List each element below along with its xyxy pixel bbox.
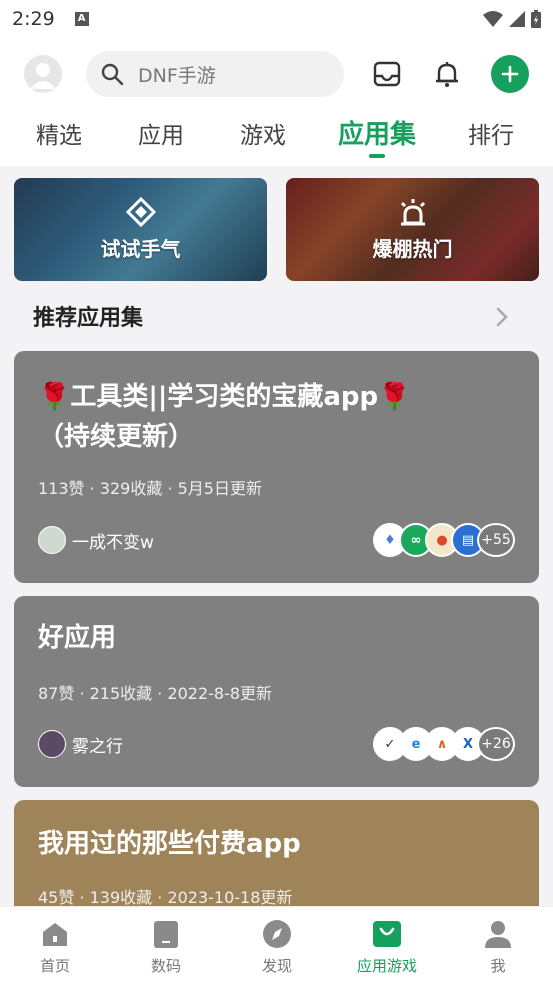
tab-app-collections[interactable]: 应用集 — [338, 114, 416, 151]
author-name: 雾之行 — [72, 736, 123, 757]
inbox-button[interactable] — [368, 55, 406, 93]
section-title: 推荐应用集 — [33, 306, 144, 331]
banner-try-luck[interactable]: 试试手气 — [14, 178, 267, 281]
search-placeholder: DNF手游 — [138, 64, 216, 87]
card-title-line: 🌹工具类||学习类的宝藏app🌹 — [38, 382, 411, 412]
nav-me[interactable]: 我 — [458, 919, 538, 976]
banner-label: 试试手气 — [100, 237, 181, 261]
card-title-line: （持续更新） — [38, 422, 195, 452]
home-icon — [40, 919, 70, 949]
inbox-icon — [373, 61, 401, 87]
more-apps-count: +55 — [477, 523, 515, 557]
card-title: 我用过的那些付费app — [38, 824, 301, 864]
battery-icon — [531, 10, 541, 28]
bottom-navigation: 首页 数码 发现 应用游戏 我 — [0, 906, 553, 984]
dice-icon — [125, 197, 156, 227]
collection-card[interactable]: 🌹工具类||学习类的宝藏app🌹 （持续更新） 113赞 · 329收藏 · 5… — [14, 351, 539, 583]
nav-discover[interactable]: 发现 — [237, 919, 317, 976]
person-icon — [483, 919, 513, 949]
search-bar[interactable]: DNF手游 — [86, 51, 344, 97]
nav-label: 首页 — [39, 957, 70, 975]
card-meta: 87赞 · 215收藏 · 2022-8-8更新 — [38, 684, 273, 703]
category-tabs: 精选 应用 游戏 应用集 排行 — [0, 108, 553, 166]
card-author[interactable]: 一成不变w — [38, 526, 154, 554]
nav-apps-games[interactable]: 应用游戏 — [347, 919, 427, 976]
banner-label: 爆棚热门 — [372, 237, 453, 261]
card-title-line: 我用过的那些付费app — [38, 829, 301, 859]
nav-label: 发现 — [261, 957, 292, 975]
user-avatar[interactable] — [24, 55, 62, 93]
card-meta: 113赞 · 329收藏 · 5月5日更新 — [38, 479, 262, 498]
status-bar: 2:29 A — [0, 0, 553, 38]
author-avatar — [38, 526, 66, 554]
signal-icon — [509, 11, 525, 27]
more-apps-count: +26 — [477, 727, 515, 761]
status-time: 2:29 — [12, 8, 55, 30]
bag-icon — [372, 919, 402, 949]
top-bar: DNF手游 — [0, 38, 553, 108]
card-meta: 45赞 · 139收藏 · 2023-10-18更新 — [38, 888, 293, 907]
banner-overlay — [286, 178, 539, 281]
bell-icon — [436, 62, 458, 87]
card-author[interactable]: 雾之行 — [38, 730, 123, 758]
chevron-right-icon[interactable] — [493, 306, 511, 328]
tab-games[interactable]: 游戏 — [240, 116, 286, 150]
collection-card[interactable]: 好应用 87赞 · 215收藏 · 2022-8-8更新 雾之行 ✓ e ∧ X… — [14, 596, 539, 787]
notification-button[interactable] — [428, 55, 466, 93]
nav-home[interactable]: 首页 — [15, 919, 95, 976]
card-app-icons: ♦ ∞ ● ▤ +55 — [373, 523, 515, 557]
tab-apps[interactable]: 应用 — [138, 116, 184, 150]
banner-hot-trending[interactable]: 爆棚热门 — [286, 178, 539, 281]
plus-icon — [501, 65, 519, 83]
card-title: 🌹工具类||学习类的宝藏app🌹 （持续更新） — [38, 377, 411, 457]
card-app-icons: ✓ e ∧ X +26 — [373, 727, 515, 761]
nav-label: 数码 — [150, 957, 181, 975]
banner-overlay — [14, 178, 267, 281]
active-tab-indicator — [369, 154, 385, 158]
alarm-light-icon — [400, 199, 425, 226]
author-name: 一成不变w — [72, 532, 154, 553]
nav-label: 应用游戏 — [356, 957, 417, 975]
author-avatar — [38, 730, 66, 758]
compass-icon — [262, 919, 292, 949]
status-icons — [483, 10, 541, 28]
tab-rankings[interactable]: 排行 — [468, 116, 514, 150]
card-title: 好应用 — [38, 618, 116, 658]
notification-icon: A — [74, 12, 89, 26]
phone-icon — [151, 919, 181, 949]
nav-label: 我 — [490, 957, 506, 975]
card-title-line: 好应用 — [38, 623, 117, 653]
search-icon — [101, 63, 124, 86]
add-button[interactable] — [491, 55, 529, 93]
nav-digital[interactable]: 数码 — [126, 919, 206, 976]
tab-featured[interactable]: 精选 — [36, 116, 82, 150]
wifi-icon — [483, 11, 503, 27]
